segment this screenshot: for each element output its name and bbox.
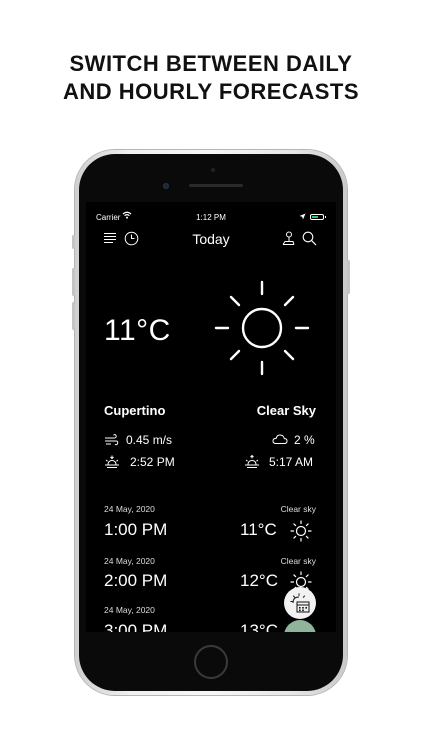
search-icon[interactable] <box>302 231 317 246</box>
forecast-date: 24 May, 2020 <box>104 605 155 615</box>
precipitation-value: 2 % <box>294 433 315 447</box>
sunrise-time: 5:17 AM <box>269 455 314 469</box>
sunset-icon <box>105 455 119 468</box>
sun-icon <box>290 520 312 542</box>
side-button <box>72 235 75 249</box>
home-button[interactable] <box>194 645 228 679</box>
sunset-time: 2:52 PM <box>130 455 175 469</box>
app-screen: Carrier 1:12 PM Today 11°C Cupertino Cle… <box>86 202 336 632</box>
current-temperature: 11°C <box>104 314 171 347</box>
headline-line-2: AND HOURLY FORECASTS <box>62 79 360 104</box>
volume-down-button <box>72 302 75 330</box>
page-title: Today <box>192 231 230 247</box>
location-arrow-icon <box>299 213 306 220</box>
forecast-date: 24 May, 2020 <box>104 556 155 566</box>
nav-bar: Today <box>86 230 336 250</box>
forecast-time: 1:00 PM <box>104 520 168 539</box>
calendar-sun-icon <box>290 593 310 613</box>
cloud-icon <box>272 434 288 444</box>
forecast-temp: 12°C <box>240 571 278 590</box>
daily-hourly-toggle-button[interactable] <box>284 587 316 619</box>
sunrise-icon <box>245 455 259 468</box>
battery-icon <box>310 214 326 220</box>
forecast-condition: Clear sky <box>280 504 316 514</box>
front-camera <box>163 183 169 189</box>
forecast-time: 2:00 PM <box>104 571 168 590</box>
status-bar: Carrier 1:12 PM <box>86 211 336 225</box>
location-pin-icon[interactable] <box>281 231 296 246</box>
earpiece-speaker <box>189 184 243 187</box>
forecast-condition: Clear sky <box>280 556 316 566</box>
volume-up-button <box>72 268 75 296</box>
wind-speed: 0.45 m/s <box>126 433 173 447</box>
power-button <box>347 260 350 294</box>
forecast-temp: 11°C <box>240 520 277 539</box>
forecast-time: 3:00 PM <box>104 621 168 632</box>
forecast-date: 24 May, 2020 <box>104 504 155 514</box>
sun-icon <box>214 280 310 376</box>
city-name: Cupertino <box>104 403 166 418</box>
wind-icon <box>105 434 119 446</box>
current-condition: Clear Sky <box>256 403 316 418</box>
secondary-action-bubble[interactable] <box>284 620 316 632</box>
sensor <box>211 168 215 172</box>
headline-line-1: SWITCH BETWEEN DAILY <box>69 51 353 76</box>
forecast-temp: 13°C <box>240 621 278 632</box>
promo-headline: SWITCH BETWEEN DAILY AND HOURLY FORECAST… <box>0 50 422 106</box>
